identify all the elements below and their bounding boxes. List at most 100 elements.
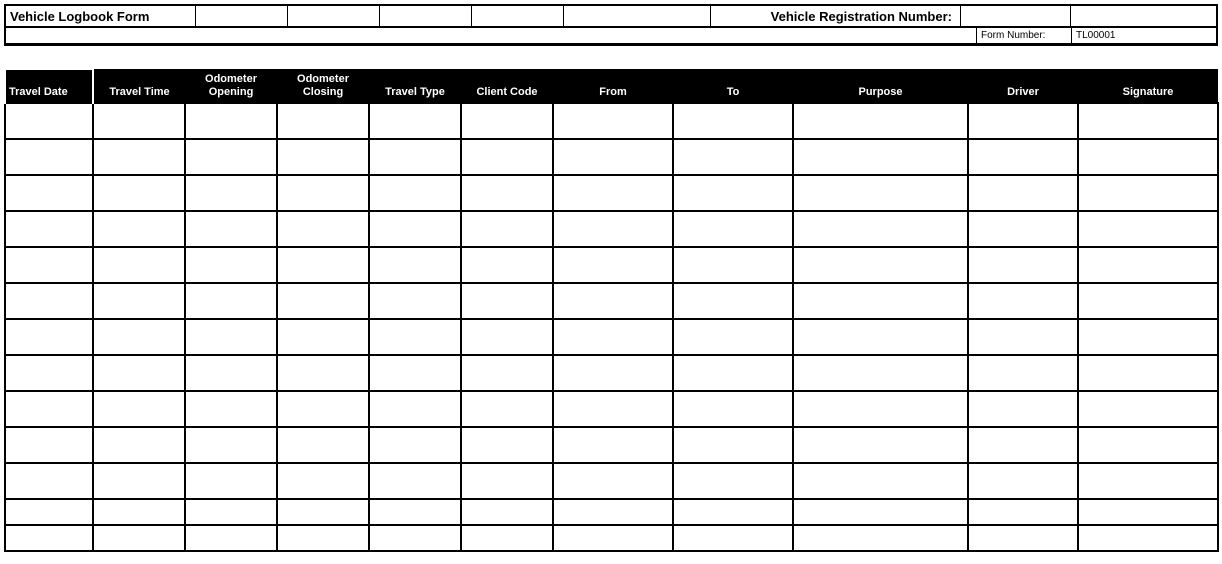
table-cell[interactable]	[1078, 247, 1218, 283]
table-cell[interactable]	[793, 175, 968, 211]
table-cell[interactable]	[793, 427, 968, 463]
table-cell[interactable]	[93, 427, 185, 463]
table-cell[interactable]	[673, 463, 793, 499]
table-cell[interactable]	[5, 427, 93, 463]
table-cell[interactable]	[185, 525, 277, 551]
table-cell[interactable]	[793, 247, 968, 283]
table-cell[interactable]	[93, 319, 185, 355]
table-cell[interactable]	[5, 175, 93, 211]
table-cell[interactable]	[369, 463, 461, 499]
table-cell[interactable]	[277, 175, 369, 211]
table-cell[interactable]	[968, 525, 1078, 551]
table-cell[interactable]	[968, 139, 1078, 175]
table-cell[interactable]	[1078, 103, 1218, 139]
table-cell[interactable]	[673, 319, 793, 355]
table-cell[interactable]	[277, 283, 369, 319]
table-cell[interactable]	[968, 103, 1078, 139]
table-cell[interactable]	[1078, 211, 1218, 247]
table-cell[interactable]	[5, 211, 93, 247]
table-cell[interactable]	[553, 139, 673, 175]
table-cell[interactable]	[277, 525, 369, 551]
table-cell[interactable]	[369, 499, 461, 525]
table-cell[interactable]	[185, 499, 277, 525]
table-cell[interactable]	[185, 139, 277, 175]
table-cell[interactable]	[185, 103, 277, 139]
table-cell[interactable]	[461, 463, 553, 499]
table-cell[interactable]	[369, 427, 461, 463]
table-cell[interactable]	[461, 247, 553, 283]
table-cell[interactable]	[185, 427, 277, 463]
table-cell[interactable]	[277, 463, 369, 499]
table-cell[interactable]	[277, 499, 369, 525]
table-cell[interactable]	[277, 247, 369, 283]
table-cell[interactable]	[968, 247, 1078, 283]
table-cell[interactable]	[93, 175, 185, 211]
table-cell[interactable]	[185, 175, 277, 211]
table-cell[interactable]	[461, 525, 553, 551]
registration-value[interactable]	[961, 6, 1071, 28]
table-cell[interactable]	[369, 175, 461, 211]
table-cell[interactable]	[461, 211, 553, 247]
table-cell[interactable]	[461, 175, 553, 211]
table-cell[interactable]	[461, 103, 553, 139]
table-cell[interactable]	[673, 391, 793, 427]
table-cell[interactable]	[5, 283, 93, 319]
table-cell[interactable]	[5, 319, 93, 355]
table-cell[interactable]	[369, 139, 461, 175]
table-cell[interactable]	[673, 283, 793, 319]
table-cell[interactable]	[461, 355, 553, 391]
table-cell[interactable]	[369, 247, 461, 283]
table-cell[interactable]	[93, 283, 185, 319]
table-cell[interactable]	[553, 499, 673, 525]
table-cell[interactable]	[277, 427, 369, 463]
table-cell[interactable]	[968, 175, 1078, 211]
table-cell[interactable]	[369, 103, 461, 139]
table-cell[interactable]	[277, 391, 369, 427]
table-cell[interactable]	[93, 139, 185, 175]
table-cell[interactable]	[673, 355, 793, 391]
table-cell[interactable]	[93, 247, 185, 283]
table-cell[interactable]	[1078, 391, 1218, 427]
table-cell[interactable]	[93, 525, 185, 551]
table-cell[interactable]	[185, 463, 277, 499]
table-cell[interactable]	[369, 319, 461, 355]
table-cell[interactable]	[793, 391, 968, 427]
table-cell[interactable]	[1078, 355, 1218, 391]
table-cell[interactable]	[968, 211, 1078, 247]
table-cell[interactable]	[793, 103, 968, 139]
table-cell[interactable]	[968, 463, 1078, 499]
table-cell[interactable]	[5, 391, 93, 427]
table-cell[interactable]	[673, 247, 793, 283]
table-cell[interactable]	[461, 139, 553, 175]
table-cell[interactable]	[93, 211, 185, 247]
table-cell[interactable]	[968, 283, 1078, 319]
table-cell[interactable]	[5, 525, 93, 551]
table-cell[interactable]	[185, 211, 277, 247]
table-cell[interactable]	[553, 175, 673, 211]
table-cell[interactable]	[793, 525, 968, 551]
table-cell[interactable]	[5, 139, 93, 175]
table-cell[interactable]	[968, 427, 1078, 463]
table-cell[interactable]	[93, 391, 185, 427]
table-cell[interactable]	[369, 355, 461, 391]
table-cell[interactable]	[968, 391, 1078, 427]
table-cell[interactable]	[673, 175, 793, 211]
table-cell[interactable]	[369, 283, 461, 319]
table-cell[interactable]	[5, 499, 93, 525]
table-cell[interactable]	[553, 427, 673, 463]
table-cell[interactable]	[461, 499, 553, 525]
table-cell[interactable]	[369, 391, 461, 427]
table-cell[interactable]	[1078, 283, 1218, 319]
table-cell[interactable]	[277, 319, 369, 355]
table-cell[interactable]	[1078, 499, 1218, 525]
table-cell[interactable]	[793, 211, 968, 247]
table-cell[interactable]	[185, 283, 277, 319]
table-cell[interactable]	[553, 355, 673, 391]
table-cell[interactable]	[793, 355, 968, 391]
table-cell[interactable]	[968, 499, 1078, 525]
table-cell[interactable]	[553, 283, 673, 319]
table-cell[interactable]	[553, 463, 673, 499]
table-cell[interactable]	[93, 499, 185, 525]
table-cell[interactable]	[553, 103, 673, 139]
table-cell[interactable]	[5, 103, 93, 139]
